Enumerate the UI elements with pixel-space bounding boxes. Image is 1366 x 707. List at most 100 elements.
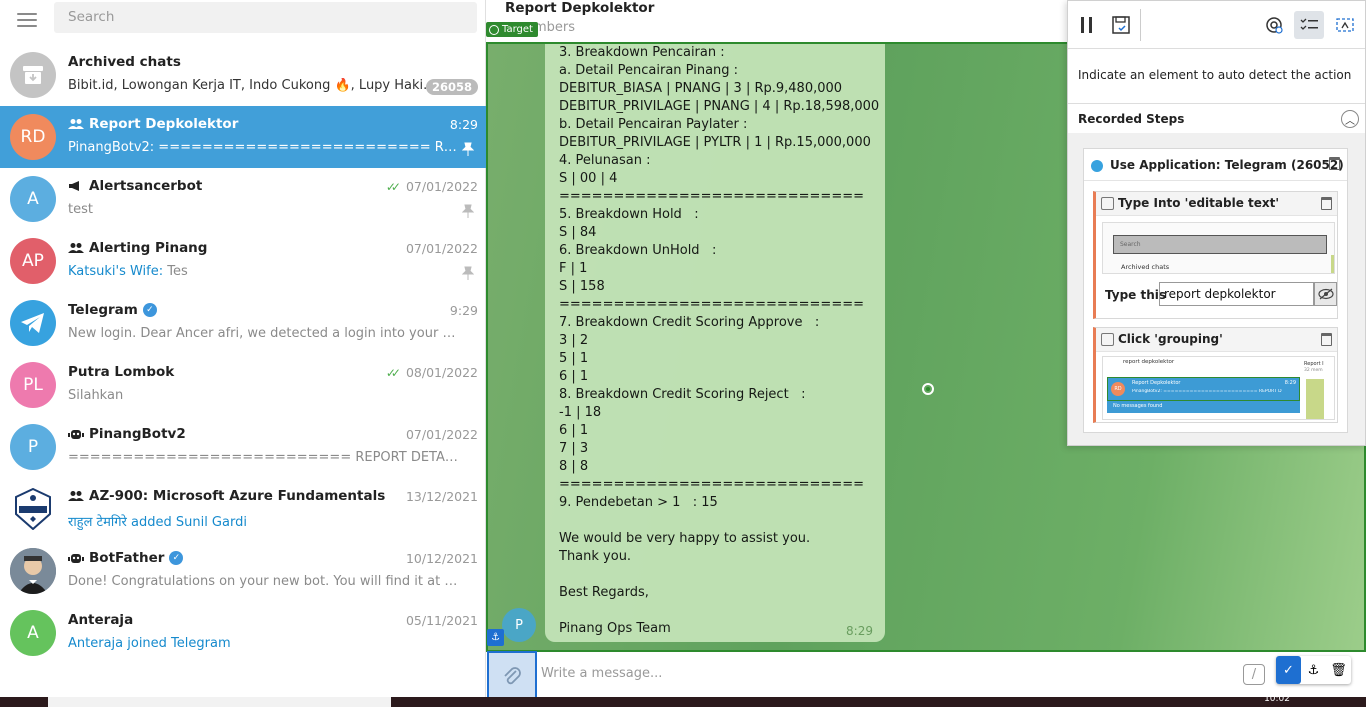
chat-time: 9:29 <box>449 303 478 318</box>
group-icon <box>68 491 84 501</box>
message-line: 5. Breakdown Hold : <box>559 207 699 222</box>
chat-preview: Done! Congratulations on your new bot. Y… <box>68 574 458 589</box>
toolbar-separator <box>1140 9 1141 41</box>
recorder-hint: Indicate an element to auto detect the a… <box>1078 68 1352 82</box>
target-icon <box>489 24 499 35</box>
delete-step-icon[interactable] <box>1329 157 1340 170</box>
thumb-archived: Archived chats <box>1121 263 1170 271</box>
message-line: 8. Breakdown Credit Scoring Reject : <box>559 387 806 402</box>
type-into-header: Type Into 'editable text' <box>1096 192 1337 216</box>
read-checks-icon: ✓✓ <box>385 179 401 194</box>
chat-time: 07/01/2022 <box>405 241 478 256</box>
verified-icon: ✓ <box>142 303 157 317</box>
chat-list-sidebar: Search Archived chats Bibit.id, Lowongan… <box>0 0 486 697</box>
message-line: DEBITUR_PRIVILAGE | PNANG | 4 | Rp.18,59… <box>559 99 880 114</box>
chat-preview: Anteraja joined Telegram <box>68 636 231 651</box>
anchor-icon[interactable]: ⚓ <box>487 629 504 646</box>
message-line: DEBITUR_PRIVILAGE | PYLTR | 1 | Rp.15,00… <box>559 135 871 150</box>
chat-name: PinangBotv2 <box>89 426 186 442</box>
message-input[interactable]: Write a message... <box>541 666 662 681</box>
chat-item-telegram[interactable]: Telegram ✓ 9:29 New login. Dear Ancer af… <box>0 292 486 354</box>
pin-icon <box>462 266 474 280</box>
chat-item-anteraja[interactable]: A Anteraja 05/11/2021 Anteraja joined Te… <box>0 602 486 664</box>
message-line: ============================ <box>559 297 864 312</box>
message-line: 3 | 2 <box>559 333 589 348</box>
message-line: S | 84 <box>559 225 597 240</box>
chat-time: ✓✓ 07/01/2022 <box>385 179 478 194</box>
unread-badge: 26058 <box>425 79 478 95</box>
thumb-selected-chat: RD Report Depkolektor PinangBotv2: =====… <box>1107 377 1300 401</box>
chat-item-alertsancerbot[interactable]: A Alertsancerbot ✓✓ 07/01/2022 test <box>0 168 486 230</box>
chat-name: Alertsancerbot <box>89 178 203 194</box>
message-line: DEBITUR_BIASA | PNANG | 3 | Rp.9,480,000 <box>559 81 843 96</box>
save-icon[interactable] <box>1106 11 1136 39</box>
click-step[interactable]: Click 'grouping' report depkolektor RD R… <box>1093 327 1338 423</box>
taskbar-search[interactable] <box>48 697 391 707</box>
click-icon <box>1101 333 1114 346</box>
pause-icon[interactable] <box>1072 11 1102 39</box>
recorded-steps-header[interactable]: Recorded Steps ︿ <box>1068 103 1365 133</box>
use-application-title: Use Application: Telegram (26052) <box>1110 158 1344 172</box>
delete-step-icon[interactable] <box>1321 333 1332 346</box>
pin-icon <box>462 142 474 156</box>
message-line: Pinang Ops Team <box>559 621 671 636</box>
chat-name: AZ-900: Microsoft Azure Fundamentals <box>89 488 386 504</box>
chat-preview: राहुल टेमगिरे added Sunil Gardi <box>68 515 247 530</box>
chat-item-putra-lombok[interactable]: PL Putra Lombok ✓✓ 08/01/2022 Silahkan <box>0 354 486 416</box>
use-application-step[interactable]: Use Application: Telegram (26052) Type I… <box>1083 148 1348 433</box>
delete-step-icon[interactable] <box>1321 197 1332 210</box>
attach-button[interactable] <box>487 651 537 700</box>
confirm-icon[interactable]: ✓ <box>1276 656 1301 684</box>
type-into-step[interactable]: Type Into 'editable text' Search Archive… <box>1093 191 1338 319</box>
pin-icon <box>462 204 474 218</box>
chat-time: 10/12/2021 <box>405 551 478 566</box>
chat-name: Archived chats <box>68 54 181 70</box>
chat-name-row: BotFather ✓ <box>68 550 184 566</box>
target-settings-icon[interactable] <box>1259 11 1289 39</box>
chat-name: Telegram <box>68 302 138 318</box>
message-bubble[interactable]: 3. Breakdown Pencairan : a. Detail Pencai… <box>545 44 885 642</box>
telegram-logo-icon <box>10 300 56 346</box>
chat-item-archived[interactable]: Archived chats Bibit.id, Lowongan Kerja … <box>0 44 486 106</box>
step-screenshot: report depkolektor RD Report Depkolektor… <box>1102 356 1335 420</box>
chat-time: 05/11/2021 <box>405 613 478 628</box>
chat-item-alerting-pinang[interactable]: AP Alerting Pinang 07/01/2022 Katsuki's … <box>0 230 486 292</box>
chat-item-report-depkolektor[interactable]: RD Report Depkolektor 8:29 PinangBotv2: … <box>0 106 486 168</box>
menu-icon[interactable] <box>17 13 37 27</box>
app-window: Search Archived chats Bibit.id, Lowongan… <box>0 0 1366 707</box>
thumb-search: report depkolektor <box>1123 359 1175 365</box>
channel-icon <box>69 181 79 191</box>
collapse-icon[interactable]: ︿ <box>1341 110 1359 128</box>
recorder-toolbar <box>1068 1 1365 49</box>
chat-name-row: Alertsancerbot <box>68 178 202 194</box>
search-input[interactable]: Search <box>54 2 477 33</box>
delete-icon[interactable]: 🗑 <box>1326 656 1351 684</box>
chat-time: 07/01/2022 <box>405 427 478 442</box>
target-label: Target <box>486 22 538 37</box>
anchor-icon[interactable]: ⚓ <box>1301 656 1326 684</box>
chat-item-az900[interactable]: AZ-900: Microsoft Azure Fundamentals 13/… <box>0 478 486 540</box>
message-line: a. Detail Pencairan Pinang : <box>559 63 739 78</box>
message-line: We would be very happy to assist you. <box>559 531 811 546</box>
screen-capture-icon[interactable] <box>1330 11 1360 39</box>
sender-avatar[interactable]: P <box>502 608 536 642</box>
recorder-panel: Indicate an element to auto detect the a… <box>1067 0 1366 446</box>
taskbar-clock: 10:02 <box>1264 694 1290 704</box>
chat-time: 8:29 <box>449 117 478 132</box>
chat-preview: PinangBotv2: ========================= R… <box>68 140 458 155</box>
message-line: ============================ <box>559 189 864 204</box>
avatar: AP <box>10 238 56 284</box>
chat-preview: Bibit.id, Lowongan Kerja IT, Indo Cukong… <box>68 78 436 93</box>
bot-icon <box>68 554 84 563</box>
thumb-side-sub: 32 mem <box>1304 368 1323 373</box>
message-line: 5 | 1 <box>559 351 589 366</box>
hide-text-icon[interactable] <box>1314 282 1337 306</box>
thumb-edge <box>1331 255 1334 273</box>
chat-item-botfather[interactable]: BotFather ✓ 10/12/2021 Done! Congratulat… <box>0 540 486 602</box>
chat-name-row: Alerting Pinang <box>68 240 207 256</box>
chat-item-pinangbotv2[interactable]: P PinangBotv2 07/01/2022 ===============… <box>0 416 486 478</box>
type-this-input[interactable]: report depkolektor <box>1159 282 1314 306</box>
steps-list-icon[interactable] <box>1294 11 1324 39</box>
bot-commands-button[interactable]: / <box>1243 664 1265 685</box>
selection-toolbar: ✓ ⚓ 🗑 <box>1276 656 1351 684</box>
